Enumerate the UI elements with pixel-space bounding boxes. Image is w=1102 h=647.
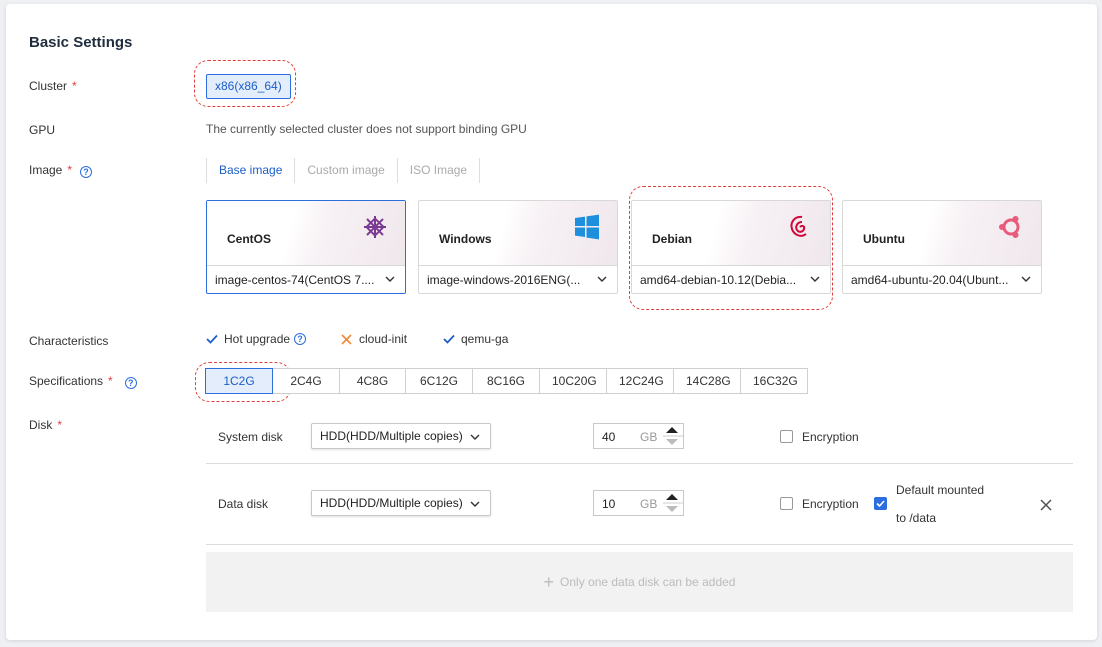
check-icon [876, 500, 885, 508]
windows-icon [575, 214, 599, 240]
card-name: CentOS [227, 232, 272, 246]
image-select-windows[interactable]: image-windows-2016ENG(... [419, 265, 617, 294]
spec-14c28g[interactable]: 14C28G [673, 368, 741, 394]
characteristic-hot-upgrade: Hot upgrade ? [206, 332, 307, 346]
system-disk-label: System disk [218, 430, 283, 444]
spec-2c4g[interactable]: 2C4G [272, 368, 340, 394]
check-icon [443, 334, 455, 344]
image-card-centos[interactable]: CentOS image-centos-74(CentOS 7.... [206, 200, 406, 294]
data-disk-type-select[interactable]: HDD(HDD/Multiple copies) [311, 490, 491, 516]
image-select-centos[interactable]: image-centos-74(CentOS 7.... [207, 265, 405, 294]
divider [206, 463, 1073, 464]
image-tabs: Base image Custom image ISO Image [206, 158, 481, 183]
centos-icon [364, 216, 386, 238]
spec-12c24g[interactable]: 12C24G [606, 368, 674, 394]
chevron-down-icon [1021, 276, 1031, 282]
chevron-down-icon [597, 276, 607, 282]
check-icon [206, 334, 218, 344]
spec-options: 1C2G 2C4G 4C8G 6C12G 8C16G 10C20G 12C24G… [205, 368, 808, 394]
add-disk-text: Only one data disk can be added [560, 575, 736, 589]
default-mount-label-line2: to /data [896, 511, 937, 525]
data-disk-label: Data disk [218, 497, 269, 511]
stepper-arrows-icon[interactable] [661, 491, 683, 515]
chevron-down-icon [470, 434, 480, 440]
characteristics-label: Characteristics [29, 334, 109, 348]
help-icon[interactable]: ? [80, 166, 93, 178]
card-name: Windows [439, 232, 492, 246]
default-mount-checkbox[interactable] [874, 497, 887, 510]
characteristic-qemu-ga: qemu-ga [443, 332, 508, 346]
ubuntu-icon [999, 216, 1020, 238]
stepper-arrows-icon[interactable] [661, 424, 683, 448]
specifications-label: Specifications *? [29, 374, 137, 389]
spec-10c20g[interactable]: 10C20G [539, 368, 607, 394]
spec-8c16g[interactable]: 8C16G [472, 368, 540, 394]
divider [206, 544, 1073, 545]
spec-6c12g[interactable]: 6C12G [405, 368, 473, 394]
add-data-disk-button[interactable]: + Only one data disk can be added [206, 552, 1073, 612]
section-title: Basic Settings [29, 34, 133, 51]
data-disk-size-value: 10 [602, 497, 616, 511]
image-card-debian[interactable]: Debian amd64-debian-10.12(Debia... [631, 200, 831, 294]
spec-4c8g[interactable]: 4C8G [339, 368, 406, 394]
image-select-debian[interactable]: amd64-debian-10.12(Debia... [632, 265, 830, 294]
system-disk-size-value: 40 [602, 430, 616, 444]
data-disk-unit: GB [640, 497, 658, 511]
required-mark: * [108, 374, 113, 388]
image-select-ubuntu[interactable]: amd64-ubuntu-20.04(Ubunt... [843, 265, 1041, 294]
system-disk-encryption-checkbox[interactable] [780, 430, 793, 443]
tab-base-image[interactable]: Base image [206, 158, 296, 183]
cluster-label: Cluster * [29, 79, 77, 93]
chevron-down-icon [810, 276, 820, 282]
default-mount-label-line1: Default mounted [896, 483, 985, 497]
system-disk-unit: GB [640, 430, 658, 444]
tab-iso-image[interactable]: ISO Image [398, 158, 481, 183]
data-disk-encryption-checkbox[interactable] [780, 497, 793, 510]
card-name: Debian [652, 232, 693, 246]
cross-icon [341, 333, 352, 345]
data-disk-size-input[interactable]: 10 GB [593, 490, 684, 516]
image-label: Image *? [29, 163, 93, 178]
plus-icon: + [543, 572, 555, 592]
help-icon[interactable]: ? [124, 377, 137, 389]
image-card-ubuntu[interactable]: Ubuntu amd64-ubuntu-20.04(Ubunt... [842, 200, 1042, 294]
debian-icon [790, 215, 807, 237]
chevron-down-icon [470, 501, 480, 507]
characteristic-cloud-init: cloud-init [341, 332, 407, 346]
image-card-windows[interactable]: Windows image-windows-2016ENG(... [418, 200, 618, 294]
required-mark: * [72, 79, 77, 93]
close-icon[interactable] [1040, 499, 1052, 511]
card-name: Ubuntu [863, 232, 905, 246]
system-disk-type-select[interactable]: HDD(HDD/Multiple copies) [311, 423, 491, 449]
tab-custom-image[interactable]: Custom image [295, 158, 398, 183]
disk-label: Disk * [29, 418, 63, 432]
data-disk-encryption-label: Encryption [802, 497, 859, 511]
chevron-down-icon [385, 276, 395, 282]
spec-1c2g[interactable]: 1C2G [205, 368, 273, 394]
gpu-message: The currently selected cluster does not … [206, 122, 527, 136]
system-disk-size-input[interactable]: 40 GB [593, 423, 684, 449]
spec-16c32g[interactable]: 16C32G [740, 368, 808, 394]
system-disk-encryption-label: Encryption [802, 430, 859, 444]
required-mark: * [57, 418, 63, 432]
help-icon[interactable]: ? [294, 333, 307, 345]
gpu-label: GPU [29, 123, 56, 137]
required-mark: * [67, 163, 73, 177]
cluster-chip-x86[interactable]: x86(x86_64) [206, 74, 291, 99]
